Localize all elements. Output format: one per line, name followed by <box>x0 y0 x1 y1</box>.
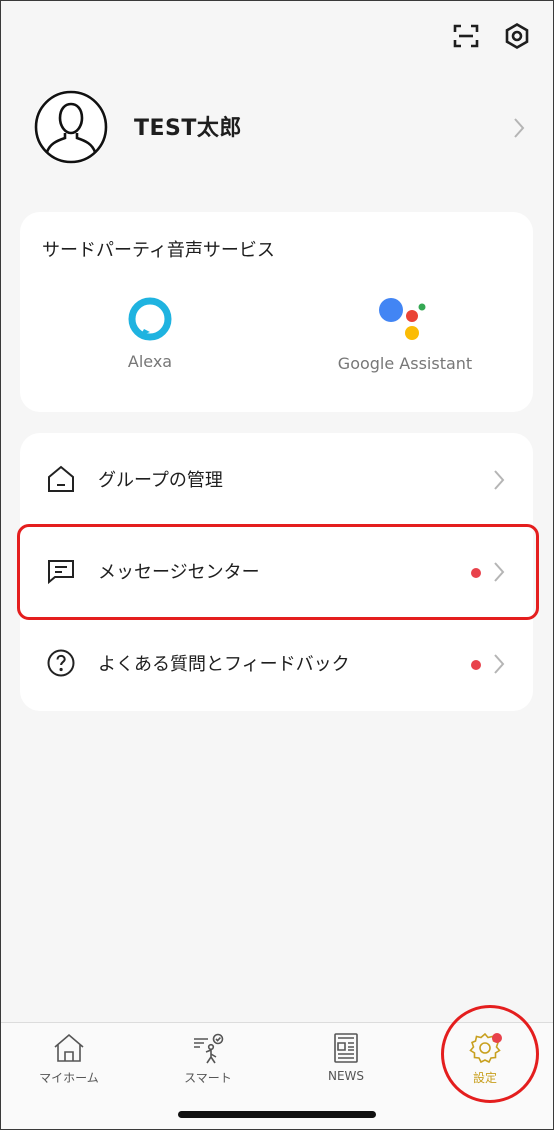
tab-smart[interactable]: スマート <box>153 1031 263 1086</box>
scan-button[interactable] <box>448 18 484 54</box>
home-indicator <box>178 1111 376 1118</box>
highlight-circle <box>441 1005 539 1103</box>
alexa-label: Alexa <box>127 352 173 371</box>
tab-label: NEWS <box>327 1069 365 1083</box>
tab-news[interactable]: NEWS <box>291 1031 401 1083</box>
voice-services-card: サードパーティ音声サービス Alexa Google Assistant <box>20 212 533 412</box>
home-outline-icon <box>48 465 74 492</box>
hex-settings-button[interactable] <box>499 18 535 54</box>
highlight-rectangle <box>17 524 539 620</box>
chevron-right-icon <box>494 470 505 490</box>
news-icon <box>334 1033 358 1063</box>
tab-label: スマート <box>184 1071 232 1085</box>
menu-item-group-management[interactable]: グループの管理 <box>20 433 533 525</box>
alexa-icon <box>128 297 172 341</box>
google-assistant-label: Google Assistant <box>337 354 473 373</box>
menu-item-label: グループの管理 <box>98 470 223 491</box>
profile-row[interactable]: TEST太郎 <box>30 88 530 168</box>
menu-item-label: よくある質問とフィードバック <box>98 654 350 675</box>
user-avatar-icon <box>34 90 108 164</box>
google-assistant-service[interactable]: Google Assistant <box>320 296 490 373</box>
voice-services-title: サードパーティ音声サービス <box>42 240 275 261</box>
hex-settings-icon <box>505 22 529 50</box>
avatar <box>34 90 108 164</box>
question-icon <box>47 649 75 677</box>
chevron-right-icon <box>494 654 505 674</box>
smart-icon <box>194 1033 224 1064</box>
profile-name: TEST太郎 <box>134 116 242 141</box>
home-icon <box>54 1033 84 1062</box>
chevron-right-icon <box>514 118 525 138</box>
tab-label: マイホーム <box>39 1071 99 1085</box>
alexa-service[interactable]: Alexa <box>110 296 190 371</box>
menu-item-faq-feedback[interactable]: よくある質問とフィードバック <box>20 617 533 709</box>
unread-badge <box>471 660 481 670</box>
scan-icon <box>453 24 479 48</box>
tab-my-home[interactable]: マイホーム <box>14 1031 124 1086</box>
google-assistant-icon <box>379 298 426 340</box>
